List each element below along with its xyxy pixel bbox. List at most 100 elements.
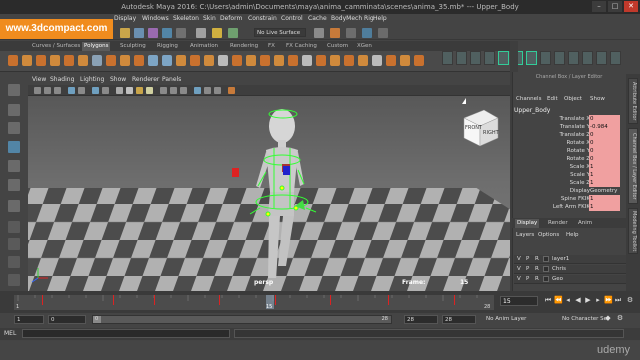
step-forward-frame-icon[interactable]: ▸: [594, 296, 602, 305]
viewport-menu-view[interactable]: View: [32, 76, 46, 83]
time-ruler[interactable]: 1 15 28: [14, 295, 494, 310]
attr-row-rotate-z[interactable]: Rotate Z0: [514, 155, 620, 163]
render-view-icon[interactable]: [378, 28, 388, 38]
step-forward-key-icon[interactable]: ⏩: [604, 296, 613, 305]
last-tool-icon[interactable]: [8, 200, 20, 212]
mirror-icon[interactable]: [218, 55, 228, 66]
attr-value-display[interactable]: Geometry: [589, 187, 620, 195]
extrude-icon[interactable]: [246, 55, 256, 66]
snap-live-icon[interactable]: [212, 28, 222, 38]
multi-cut-icon[interactable]: [316, 55, 326, 66]
layer-tab-anim[interactable]: Anim: [576, 219, 594, 228]
live-surface-field[interactable]: No Live Surface: [254, 28, 306, 37]
menu-control[interactable]: Control: [281, 15, 303, 22]
render-settings-icon[interactable]: [346, 28, 356, 38]
uv-editor-icon[interactable]: [372, 55, 382, 66]
shelf-tab-animation[interactable]: Animation: [188, 42, 220, 51]
wireframe-icon[interactable]: [116, 87, 123, 94]
attr-row-left-arm-fkik[interactable]: Left Arm FKIK 1: [514, 203, 620, 211]
paint-select-tool-icon[interactable]: [8, 122, 20, 134]
graph-editor-layout-icon[interactable]: [8, 274, 20, 286]
poly-pipe-icon[interactable]: [120, 55, 130, 66]
layer-row[interactable]: V P R Geo: [514, 275, 626, 284]
layer-tab-render[interactable]: Render: [546, 219, 570, 228]
planar-map-icon[interactable]: [386, 55, 396, 66]
history-icon[interactable]: [228, 28, 238, 38]
ambient-occlusion-icon[interactable]: [170, 87, 177, 94]
attr-value-rotate-x[interactable]: 0: [589, 139, 620, 147]
layer-row[interactable]: V P R Chris: [514, 265, 626, 274]
attr-row-translate-x[interactable]: Translate X0: [514, 115, 620, 123]
poly-torus-icon[interactable]: [64, 55, 74, 66]
poly-plane-icon[interactable]: [78, 55, 88, 66]
poly-cylinder-icon[interactable]: [36, 55, 46, 66]
camera-attr-icon[interactable]: [44, 87, 51, 94]
workspace-icon-3[interactable]: [470, 51, 481, 65]
attr-row-scale-x[interactable]: Scale X1: [514, 163, 620, 171]
smooth-shade-icon[interactable]: [126, 87, 133, 94]
scale-tool-icon[interactable]: [8, 179, 20, 191]
minimize-icon[interactable]: –: [592, 1, 606, 12]
view-cube-home-icon[interactable]: [462, 98, 466, 104]
xray-joints-icon[interactable]: [214, 87, 221, 94]
xray-icon[interactable]: [204, 87, 211, 94]
bookmark-icon[interactable]: [54, 87, 61, 94]
grid-icon[interactable]: [78, 87, 85, 94]
attr-value-spine-fkik[interactable]: 1: [589, 195, 620, 203]
range-inner-start-field[interactable]: 0: [48, 315, 86, 324]
viewport-menu-panels[interactable]: Panels: [162, 76, 181, 83]
tab-modeling-toolkit[interactable]: Modeling Toolkit: [628, 208, 638, 254]
auto-key-icon[interactable]: ◆: [604, 314, 612, 323]
shelf-tab-sculpting[interactable]: Sculpting: [118, 42, 148, 51]
menu-windows[interactable]: Windows: [142, 15, 169, 22]
workspace-icon-10[interactable]: [568, 51, 579, 65]
shelf-tab-fx[interactable]: FX: [266, 42, 277, 51]
shelf-tab-curves-surfaces[interactable]: Curves / Surfaces: [30, 42, 82, 51]
antialias-icon[interactable]: [180, 87, 187, 94]
menu-bodymech-rig[interactable]: BodyMech Rig: [331, 15, 374, 22]
layer-row[interactable]: V P R layer1: [514, 255, 626, 264]
mel-input[interactable]: [22, 329, 230, 338]
workspace-icon-9[interactable]: [554, 51, 565, 65]
outliner-layout-icon[interactable]: [8, 256, 20, 268]
workspace-icon-11[interactable]: [582, 51, 593, 65]
step-back-key-icon[interactable]: ⏪: [554, 296, 563, 305]
attr-value-translate-z[interactable]: 0: [589, 131, 620, 139]
layer-color-swatch[interactable]: [543, 276, 549, 282]
select-object-icon[interactable]: [176, 28, 186, 38]
playback-options-icon[interactable]: ⚙: [626, 296, 634, 305]
poly-pyramid-icon[interactable]: [106, 55, 116, 66]
film-gate-icon[interactable]: [92, 87, 99, 94]
close-icon[interactable]: ✕: [624, 1, 638, 12]
bridge-icon[interactable]: [232, 55, 242, 66]
menu-display[interactable]: Display: [114, 15, 136, 22]
textured-icon[interactable]: [136, 87, 143, 94]
menu-constrain[interactable]: Constrain: [248, 15, 277, 22]
range-inner-end-field[interactable]: 28: [404, 315, 438, 324]
extract-icon[interactable]: [176, 55, 186, 66]
select-tool-icon[interactable]: [8, 84, 20, 96]
edge-loop-icon[interactable]: [344, 55, 354, 66]
resolution-gate-icon[interactable]: [102, 87, 109, 94]
attr-value-scale-z[interactable]: 1: [589, 179, 620, 187]
workspace-icon-1[interactable]: [442, 51, 453, 65]
menu-skeleton[interactable]: Skeleton: [173, 15, 199, 22]
anim-layer-dropdown[interactable]: No Anim Layer: [486, 316, 526, 322]
snap-view-icon[interactable]: [196, 28, 206, 38]
fk-control-red[interactable]: [232, 168, 239, 177]
ipr-render-icon[interactable]: [330, 28, 340, 38]
attr-row-scale-y[interactable]: Scale Y1: [514, 171, 620, 179]
workspace-icon-12[interactable]: [596, 51, 607, 65]
current-frame-field[interactable]: 15: [500, 296, 538, 306]
combine-icon[interactable]: [148, 55, 158, 66]
attr-value-translate-x[interactable]: 0: [589, 115, 620, 123]
mel-label[interactable]: MEL: [4, 330, 16, 337]
menu-deform[interactable]: Deform: [220, 15, 242, 22]
workspace-icon-8[interactable]: [540, 51, 551, 65]
boolean-icon[interactable]: [204, 55, 214, 66]
workspace-icon-5[interactable]: [498, 51, 509, 65]
menu-help[interactable]: Help: [373, 15, 387, 22]
attr-row-translate-z[interactable]: Translate Z0: [514, 131, 620, 139]
fill-hole-icon[interactable]: [288, 55, 298, 66]
shadows-icon[interactable]: [160, 87, 167, 94]
